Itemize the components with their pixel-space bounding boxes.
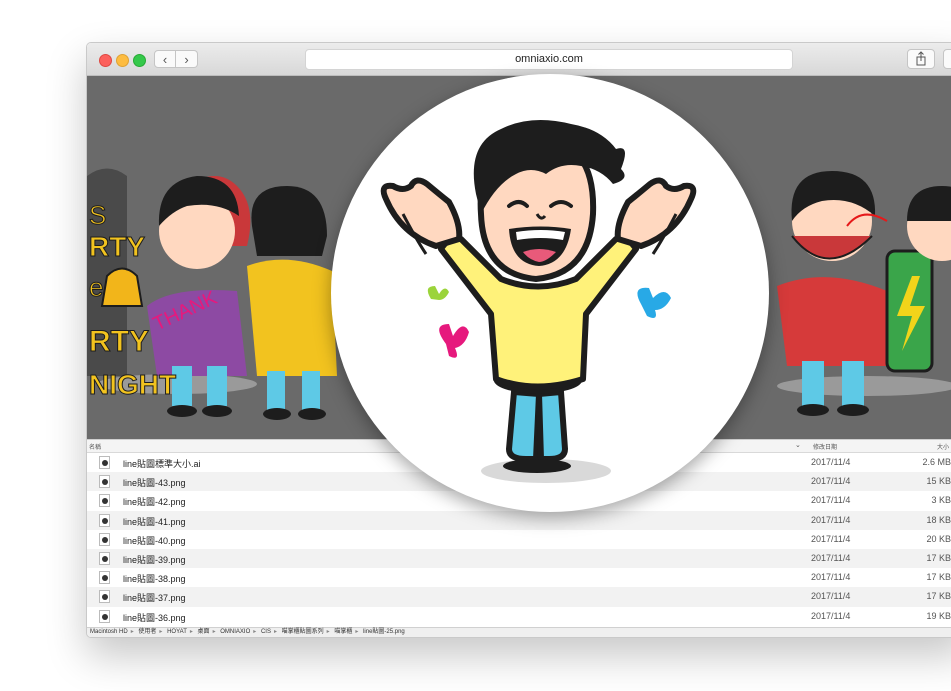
back-button[interactable]: ‹ (154, 50, 176, 68)
png-thumbnail-icon (99, 571, 110, 585)
collage-text-line-5: NIGHT (89, 369, 176, 400)
close-window-button[interactable] (99, 54, 112, 67)
png-thumbnail-icon (99, 609, 110, 623)
butterfly-blue-icon (637, 287, 671, 318)
file-date: 2017/11/4 (811, 457, 851, 467)
path-separator-icon: ▸ (253, 629, 257, 635)
file-name: line貼圖-42.png (123, 497, 186, 508)
file-date: 2017/11/4 (811, 552, 851, 563)
png-thumbnail-icon (99, 513, 110, 527)
file-size: 19 KB (926, 610, 951, 621)
file-row[interactable]: line貼圖-39.png 2017/11/4 17 KB (87, 548, 951, 569)
file-date: 2017/11/4 (811, 476, 851, 487)
path-item-folder[interactable]: 喵掌櫃 (334, 629, 352, 635)
address-bar[interactable]: omniaxio.com (305, 49, 793, 70)
file-name: line貼圖-36.png (123, 612, 186, 623)
file-date: 2017/11/4 (811, 533, 851, 544)
path-bar: Macintosh HD ▸ 使用者 ▸ HOYAT ▸ 桌面 ▸ OMNIAXIO ▸ … (87, 627, 951, 637)
tabs-overview-button[interactable] (943, 49, 951, 69)
column-size-header[interactable]: 大小 (937, 442, 949, 451)
path-item-file[interactable]: line貼圖-25.png (363, 629, 405, 635)
file-date: 2017/11/4 (811, 514, 851, 525)
file-size: 3 KB (931, 495, 951, 506)
file-name: line貼圖-37.png (123, 593, 186, 604)
png-thumbnail-icon (99, 475, 110, 489)
file-name: line貼圖-43.png (123, 478, 186, 489)
file-size: 15 KB (926, 476, 951, 487)
file-name: line貼圖-38.png (123, 574, 186, 585)
path-separator-icon: ▸ (189, 629, 193, 635)
collage-text-line-4: RTY (89, 325, 149, 358)
file-row[interactable]: line貼圖-38.png 2017/11/4 17 KB (87, 568, 951, 587)
file-row[interactable]: line貼圖-41.png 2017/11/4 18 KB (87, 510, 951, 530)
browser-toolbar: ‹ › omniaxio.com (87, 43, 951, 76)
minimize-window-button[interactable] (116, 54, 129, 67)
png-thumbnail-icon (99, 494, 110, 508)
file-size: 17 KB (926, 572, 951, 583)
happy-boy-sticker-illustration (380, 120, 697, 483)
file-date: 2017/11/4 (811, 495, 851, 506)
png-thumbnail-icon (99, 532, 110, 546)
sort-chevron-icon[interactable]: ⌄ (795, 441, 801, 449)
file-size: 17 KB (926, 552, 951, 563)
butterfly-pink-icon (439, 324, 469, 358)
path-separator-icon: ▸ (159, 629, 163, 635)
file-date: 2017/11/4 (811, 572, 851, 583)
column-name-header[interactable]: 名稱 (89, 442, 101, 451)
file-size: 18 KB (926, 514, 951, 525)
share-icon (916, 51, 926, 66)
png-thumbnail-icon (99, 551, 110, 565)
collage-text-line-1: S (89, 200, 106, 230)
collage-text-line-3: e (89, 272, 103, 302)
png-thumbnail-icon (99, 590, 110, 604)
file-name: line貼圖標準大小.ai (123, 459, 201, 469)
path-item-omniaxio[interactable]: OMNIAXIO (220, 629, 250, 635)
ai-file-icon (99, 456, 110, 469)
file-name: line貼圖-41.png (123, 516, 186, 527)
chevron-left-icon: ‹ (162, 52, 168, 67)
file-name: line貼圖-40.png (123, 535, 186, 546)
path-item-series[interactable]: 喵掌櫃貼圖系列 (282, 629, 324, 635)
file-size: 2.6 MB (922, 457, 951, 467)
file-row[interactable]: line貼圖-37.png 2017/11/4 17 KB (87, 587, 951, 607)
path-item-home[interactable]: HOYAT (167, 629, 187, 635)
collage-text-line-2: RTY (89, 231, 145, 262)
forward-button[interactable]: › (176, 50, 198, 68)
path-item-desktop[interactable]: 桌面 (198, 629, 210, 635)
chevron-right-icon: › (184, 52, 189, 67)
path-item-cis[interactable]: CIS (261, 629, 271, 635)
file-date: 2017/11/4 (811, 591, 851, 602)
share-button[interactable] (907, 49, 935, 69)
path-separator-icon: ▸ (326, 629, 330, 635)
path-separator-icon: ▸ (130, 629, 134, 635)
file-date: 2017/11/4 (811, 610, 851, 621)
butterfly-green-icon (427, 286, 449, 300)
path-separator-icon: ▸ (273, 629, 277, 635)
zoom-window-button[interactable] (133, 54, 146, 67)
file-size: 20 KB (926, 533, 951, 544)
column-date-header[interactable]: 修改日期 (813, 442, 837, 451)
path-separator-icon: ▸ (212, 629, 216, 635)
file-size: 17 KB (926, 591, 951, 602)
file-row[interactable]: line貼圖-36.png 2017/11/4 19 KB (87, 607, 951, 626)
path-item-disk[interactable]: Macintosh HD (90, 629, 128, 635)
file-row[interactable]: line貼圖-40.png 2017/11/4 20 KB (87, 530, 951, 549)
path-item-users[interactable]: 使用者 (138, 629, 156, 635)
file-name: line貼圖-39.png (123, 554, 186, 565)
path-separator-icon: ▸ (355, 629, 359, 635)
magnified-sticker-circle (331, 74, 769, 512)
